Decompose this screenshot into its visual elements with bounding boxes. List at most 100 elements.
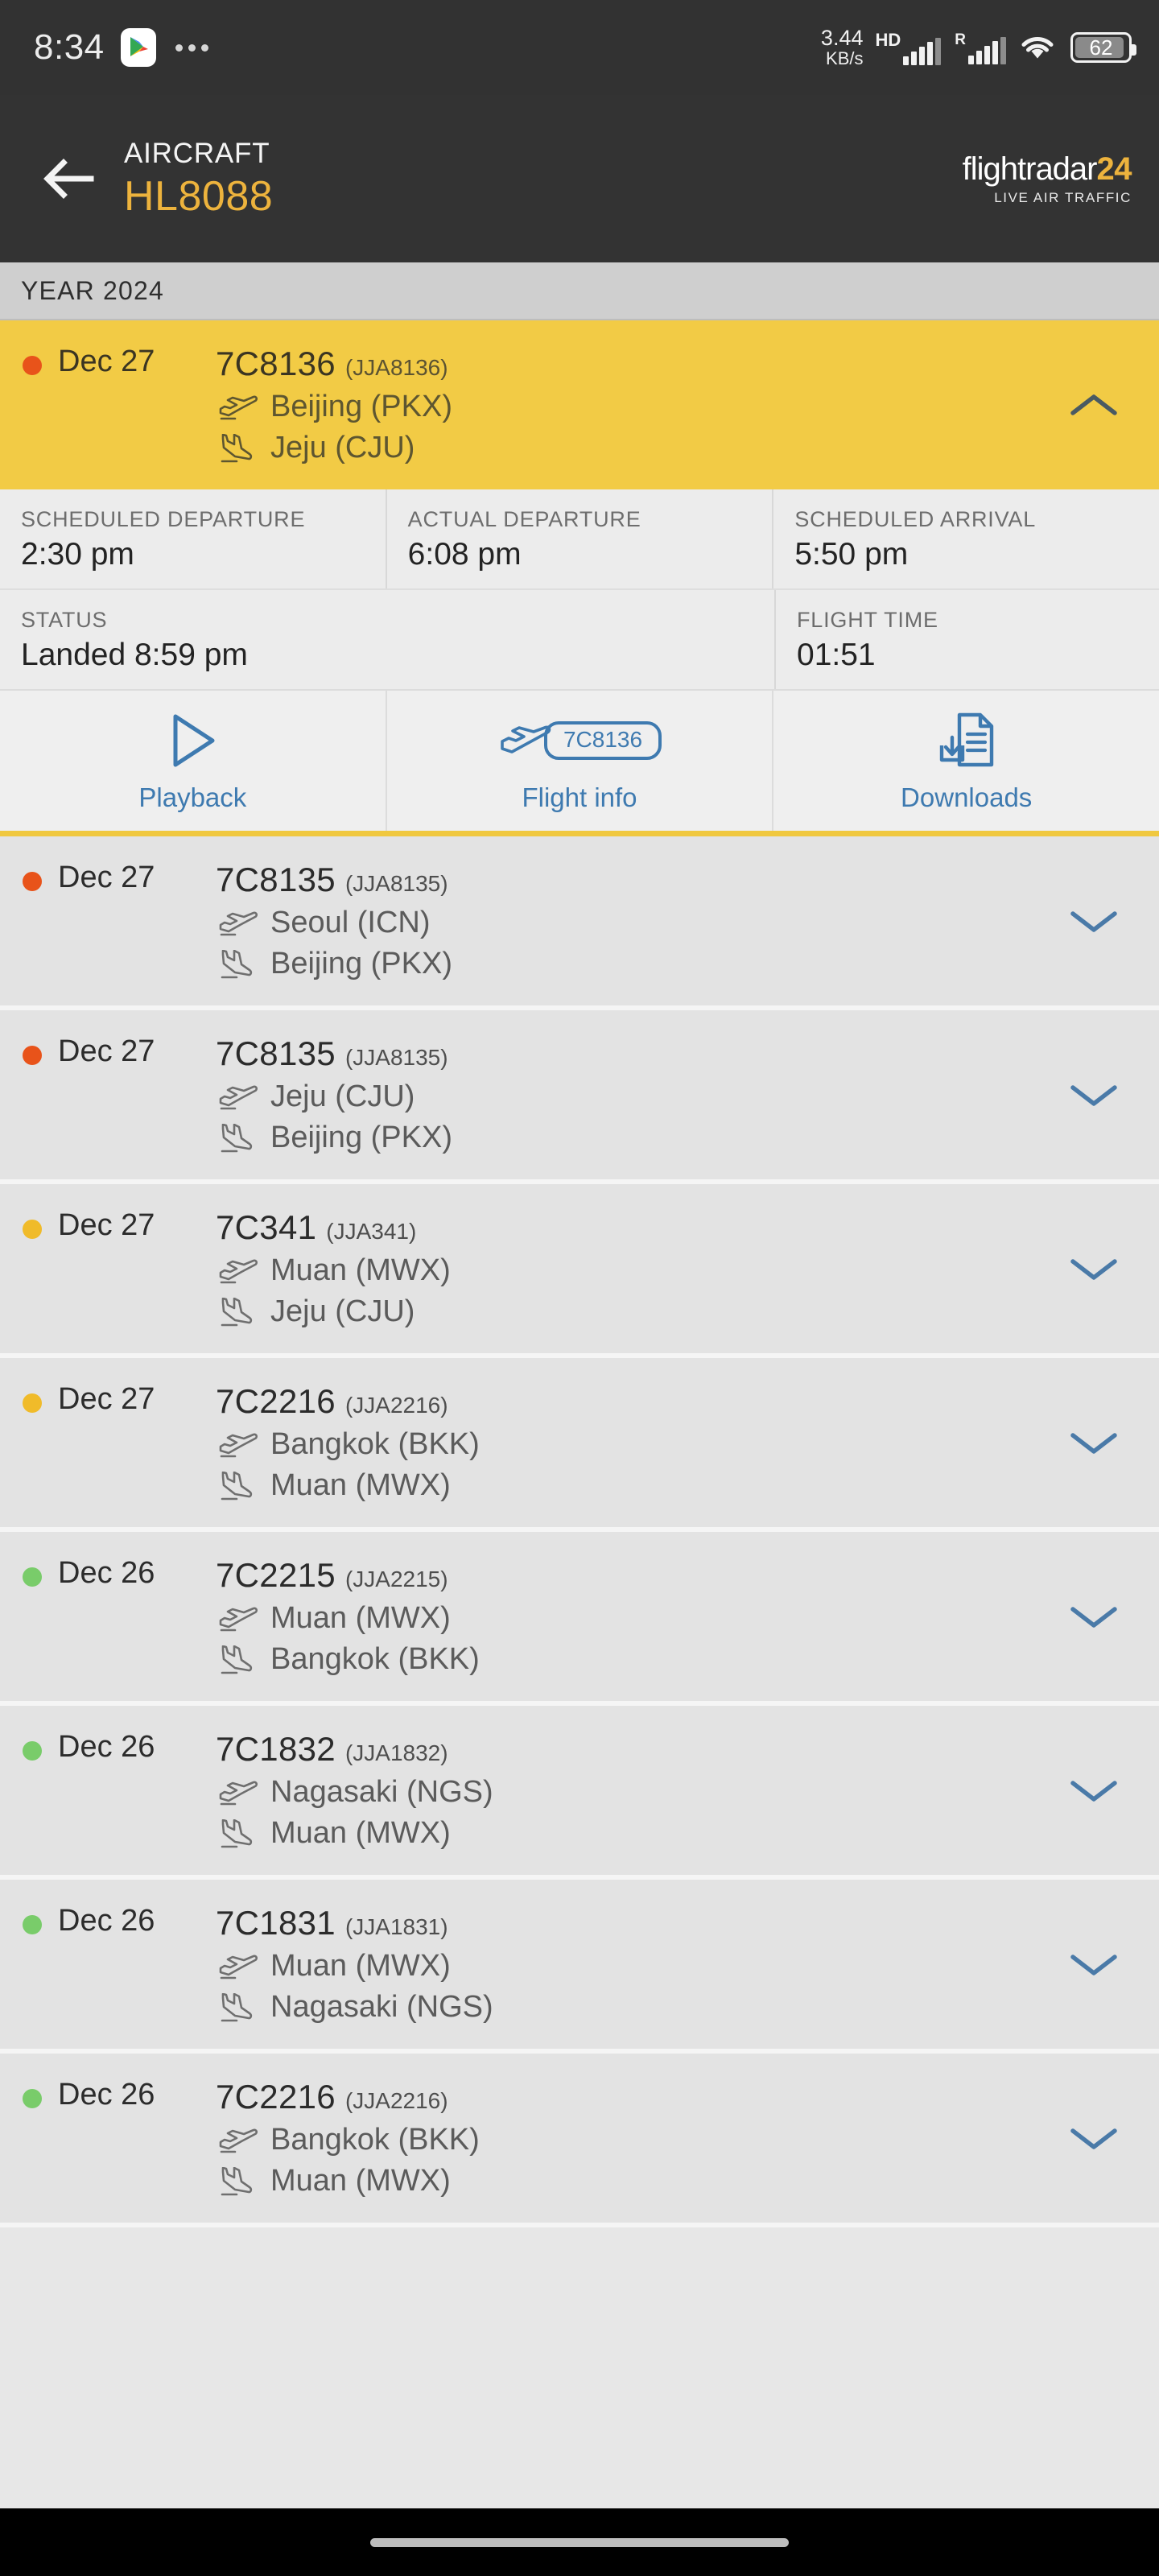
departure-plane-icon <box>216 1603 261 1635</box>
detail-label: SCHEDULED DEPARTURE <box>21 507 306 531</box>
status-bar-right: 3.44 KB/s HD R 62 <box>820 26 1136 68</box>
flight-row[interactable]: Dec 26 7C2215 (JJA2215) Muan (MWX) Bangk… <box>0 1532 1159 1706</box>
network-speed-value: 3.44 <box>820 26 864 51</box>
airplane-tag-icon: 7C8136 <box>497 707 662 774</box>
origin-airport: Nagasaki (NGS) <box>270 1775 493 1809</box>
flight-date: Dec 27 <box>58 861 155 894</box>
flight-row[interactable]: Dec 27 7C8135 (JJA8135) Seoul (ICN) Beij… <box>0 836 1159 1010</box>
flight-row[interactable]: Dec 27 7C341 (JJA341) Muan (MWX) Jeju (C… <box>0 1184 1159 1358</box>
detail-flight-time: FLIGHT TIME 01:51 <box>774 590 1159 689</box>
flight-action-bar[interactable]: Playback 7C8136 Flight info Downloads <box>0 689 1159 836</box>
flight-row[interactable]: Dec 26 7C1831 (JJA1831) Muan (MWX) Nagas… <box>0 1880 1159 2054</box>
brand-name: flightradar <box>962 151 1098 187</box>
detail-scheduled-arrival: SCHEDULED ARRIVAL 5:50 pm <box>772 489 1159 588</box>
departure-plane-icon <box>216 391 261 423</box>
flight-row-header[interactable]: Dec 27 7C8135 (JJA8135) Jeju (CJU) Beiji… <box>0 1010 1159 1179</box>
collapsed-flight-rows[interactable]: Dec 27 7C8135 (JJA8135) Seoul (ICN) Beij… <box>0 836 1159 2227</box>
status-dot <box>23 1046 42 1065</box>
origin-row: Beijing (PKX) <box>216 390 1159 424</box>
flight-history-list[interactable]: Dec 27 7C8136 (JJA8136) Beijing (PKX) Je… <box>0 320 1159 2508</box>
detail-label: ACTUAL DEPARTURE <box>407 507 641 531</box>
chevron-down-icon[interactable] <box>1066 1067 1122 1123</box>
flight-row-header[interactable]: Dec 26 7C1832 (JJA1832) Nagasaki (NGS) M… <box>0 1706 1159 1875</box>
departure-plane-icon <box>216 1777 261 1809</box>
network-speed-unit: KB/s <box>826 47 864 68</box>
flight-summary: 7C1831 (JJA1831) Muan (MWX) Nagasaki (NG… <box>216 1904 1159 2025</box>
header-subtitle: AIRCRAFT <box>124 137 270 169</box>
flight-number: 7C8135 <box>216 861 336 898</box>
flight-info-button[interactable]: 7C8136 Flight info <box>385 691 773 831</box>
flight-row-header[interactable]: Dec 27 7C2216 (JJA2216) Bangkok (BKK) Mu… <box>0 1358 1159 1527</box>
destination-row: Beijing (PKX) <box>216 947 1159 981</box>
chevron-down-icon[interactable] <box>1066 1936 1122 1992</box>
hd-label: HD <box>875 30 901 50</box>
flight-row-header[interactable]: Dec 27 7C8135 (JJA8135) Seoul (ICN) Beij… <box>0 836 1159 1005</box>
arrival-plane-icon <box>216 1818 261 1850</box>
flight-date: Dec 26 <box>58 1556 155 1590</box>
origin-airport: Muan (MWX) <box>270 1601 451 1635</box>
origin-row: Bangkok (BKK) <box>216 1427 1159 1462</box>
home-pill-indicator[interactable] <box>370 2537 789 2547</box>
back-arrow-icon[interactable] <box>29 140 106 217</box>
origin-airport: Seoul (ICN) <box>270 906 431 939</box>
flight-row[interactable]: Dec 27 7C2216 (JJA2216) Bangkok (BKK) Mu… <box>0 1358 1159 1532</box>
hd-signal-group: HD <box>875 30 942 65</box>
detail-value: 2:30 pm <box>21 537 134 572</box>
flight-summary: 7C8136 (JJA8136) Beijing (PKX) Jeju (CJU… <box>216 345 1159 465</box>
arrival-plane-icon <box>216 1992 261 2024</box>
arrival-plane-icon <box>216 432 261 464</box>
departure-plane-icon <box>216 2124 261 2157</box>
detail-row-status: STATUS Landed 8:59 pm FLIGHT TIME 01:51 <box>0 588 1159 689</box>
flight-row[interactable]: Dec 26 7C1832 (JJA1832) Nagasaki (NGS) M… <box>0 1706 1159 1880</box>
departure-plane-icon <box>216 1255 261 1287</box>
destination-row: Muan (MWX) <box>216 1816 1159 1851</box>
flight-date: Dec 27 <box>58 1382 155 1416</box>
chevron-down-icon[interactable] <box>1066 1588 1122 1645</box>
detail-row-times: SCHEDULED DEPARTURE 2:30 pm ACTUAL DEPAR… <box>0 489 1159 588</box>
downloads-label: Downloads <box>901 782 1033 812</box>
flight-row[interactable]: Dec 27 7C8135 (JJA8135) Jeju (CJU) Beiji… <box>0 1010 1159 1184</box>
roaming-label: R <box>955 31 966 48</box>
status-dot <box>23 1393 42 1413</box>
destination-airport: Jeju (CJU) <box>270 1294 415 1328</box>
flight-row-header[interactable]: Dec 26 7C2215 (JJA2215) Muan (MWX) Bangk… <box>0 1532 1159 1701</box>
flight-time-label: FLIGHT TIME <box>797 608 938 632</box>
flight-summary: 7C2216 (JJA2216) Bangkok (BKK) Muan (MWX… <box>216 1382 1159 1503</box>
status-dot <box>23 356 42 375</box>
chevron-down-icon[interactable] <box>1066 1241 1122 1297</box>
play-store-icon <box>120 28 156 67</box>
departure-plane-icon <box>216 1951 261 1983</box>
system-nav-bar <box>0 2508 1159 2576</box>
destination-row: Jeju (CJU) <box>216 1294 1159 1329</box>
chevron-down-icon[interactable] <box>1066 893 1122 949</box>
origin-row: Nagasaki (NGS) <box>216 1775 1159 1810</box>
flight-row-header[interactable]: Dec 27 7C8136 (JJA8136) Beijing (PKX) Je… <box>0 320 1159 489</box>
flight-number: 7C2215 <box>216 1556 336 1594</box>
downloads-button[interactable]: Downloads <box>772 691 1159 831</box>
departure-plane-icon <box>216 1081 261 1113</box>
departure-plane-icon <box>216 907 261 939</box>
chevron-down-icon[interactable] <box>1066 2110 1122 2166</box>
flight-detail-panel: SCHEDULED DEPARTURE 2:30 pm ACTUAL DEPAR… <box>0 489 1159 836</box>
flight-info-pill: 7C8136 <box>543 721 662 760</box>
flight-date: Dec 26 <box>58 1904 155 1938</box>
playback-button[interactable]: Playback <box>0 691 386 831</box>
chevron-down-icon[interactable] <box>1066 1414 1122 1471</box>
destination-airport: Beijing (PKX) <box>270 1121 452 1154</box>
chevron-down-icon[interactable] <box>1066 1762 1122 1818</box>
arrival-plane-icon <box>216 1296 261 1328</box>
arrival-plane-icon <box>216 948 261 980</box>
flight-date: Dec 27 <box>58 345 155 378</box>
flight-row-header[interactable]: Dec 26 7C2216 (JJA2216) Bangkok (BKK) Mu… <box>0 2054 1159 2223</box>
chevron-up-icon[interactable] <box>1066 377 1122 433</box>
origin-row: Seoul (ICN) <box>216 906 1159 940</box>
flight-date: Dec 26 <box>58 2078 155 2112</box>
destination-row: Jeju (CJU) <box>216 431 1159 465</box>
flight-number: 7C2216 <box>216 1382 336 1420</box>
flight-date: Dec 27 <box>58 1034 155 1068</box>
flight-row[interactable]: Dec 26 7C2216 (JJA2216) Bangkok (BKK) Mu… <box>0 2054 1159 2227</box>
flight-row-expanded[interactable]: Dec 27 7C8136 (JJA8136) Beijing (PKX) Je… <box>0 320 1159 836</box>
flight-row-header[interactable]: Dec 27 7C341 (JJA341) Muan (MWX) Jeju (C… <box>0 1184 1159 1353</box>
flight-row-header[interactable]: Dec 26 7C1831 (JJA1831) Muan (MWX) Nagas… <box>0 1880 1159 2049</box>
flight-alt-number: (JJA8135) <box>344 1045 448 1070</box>
